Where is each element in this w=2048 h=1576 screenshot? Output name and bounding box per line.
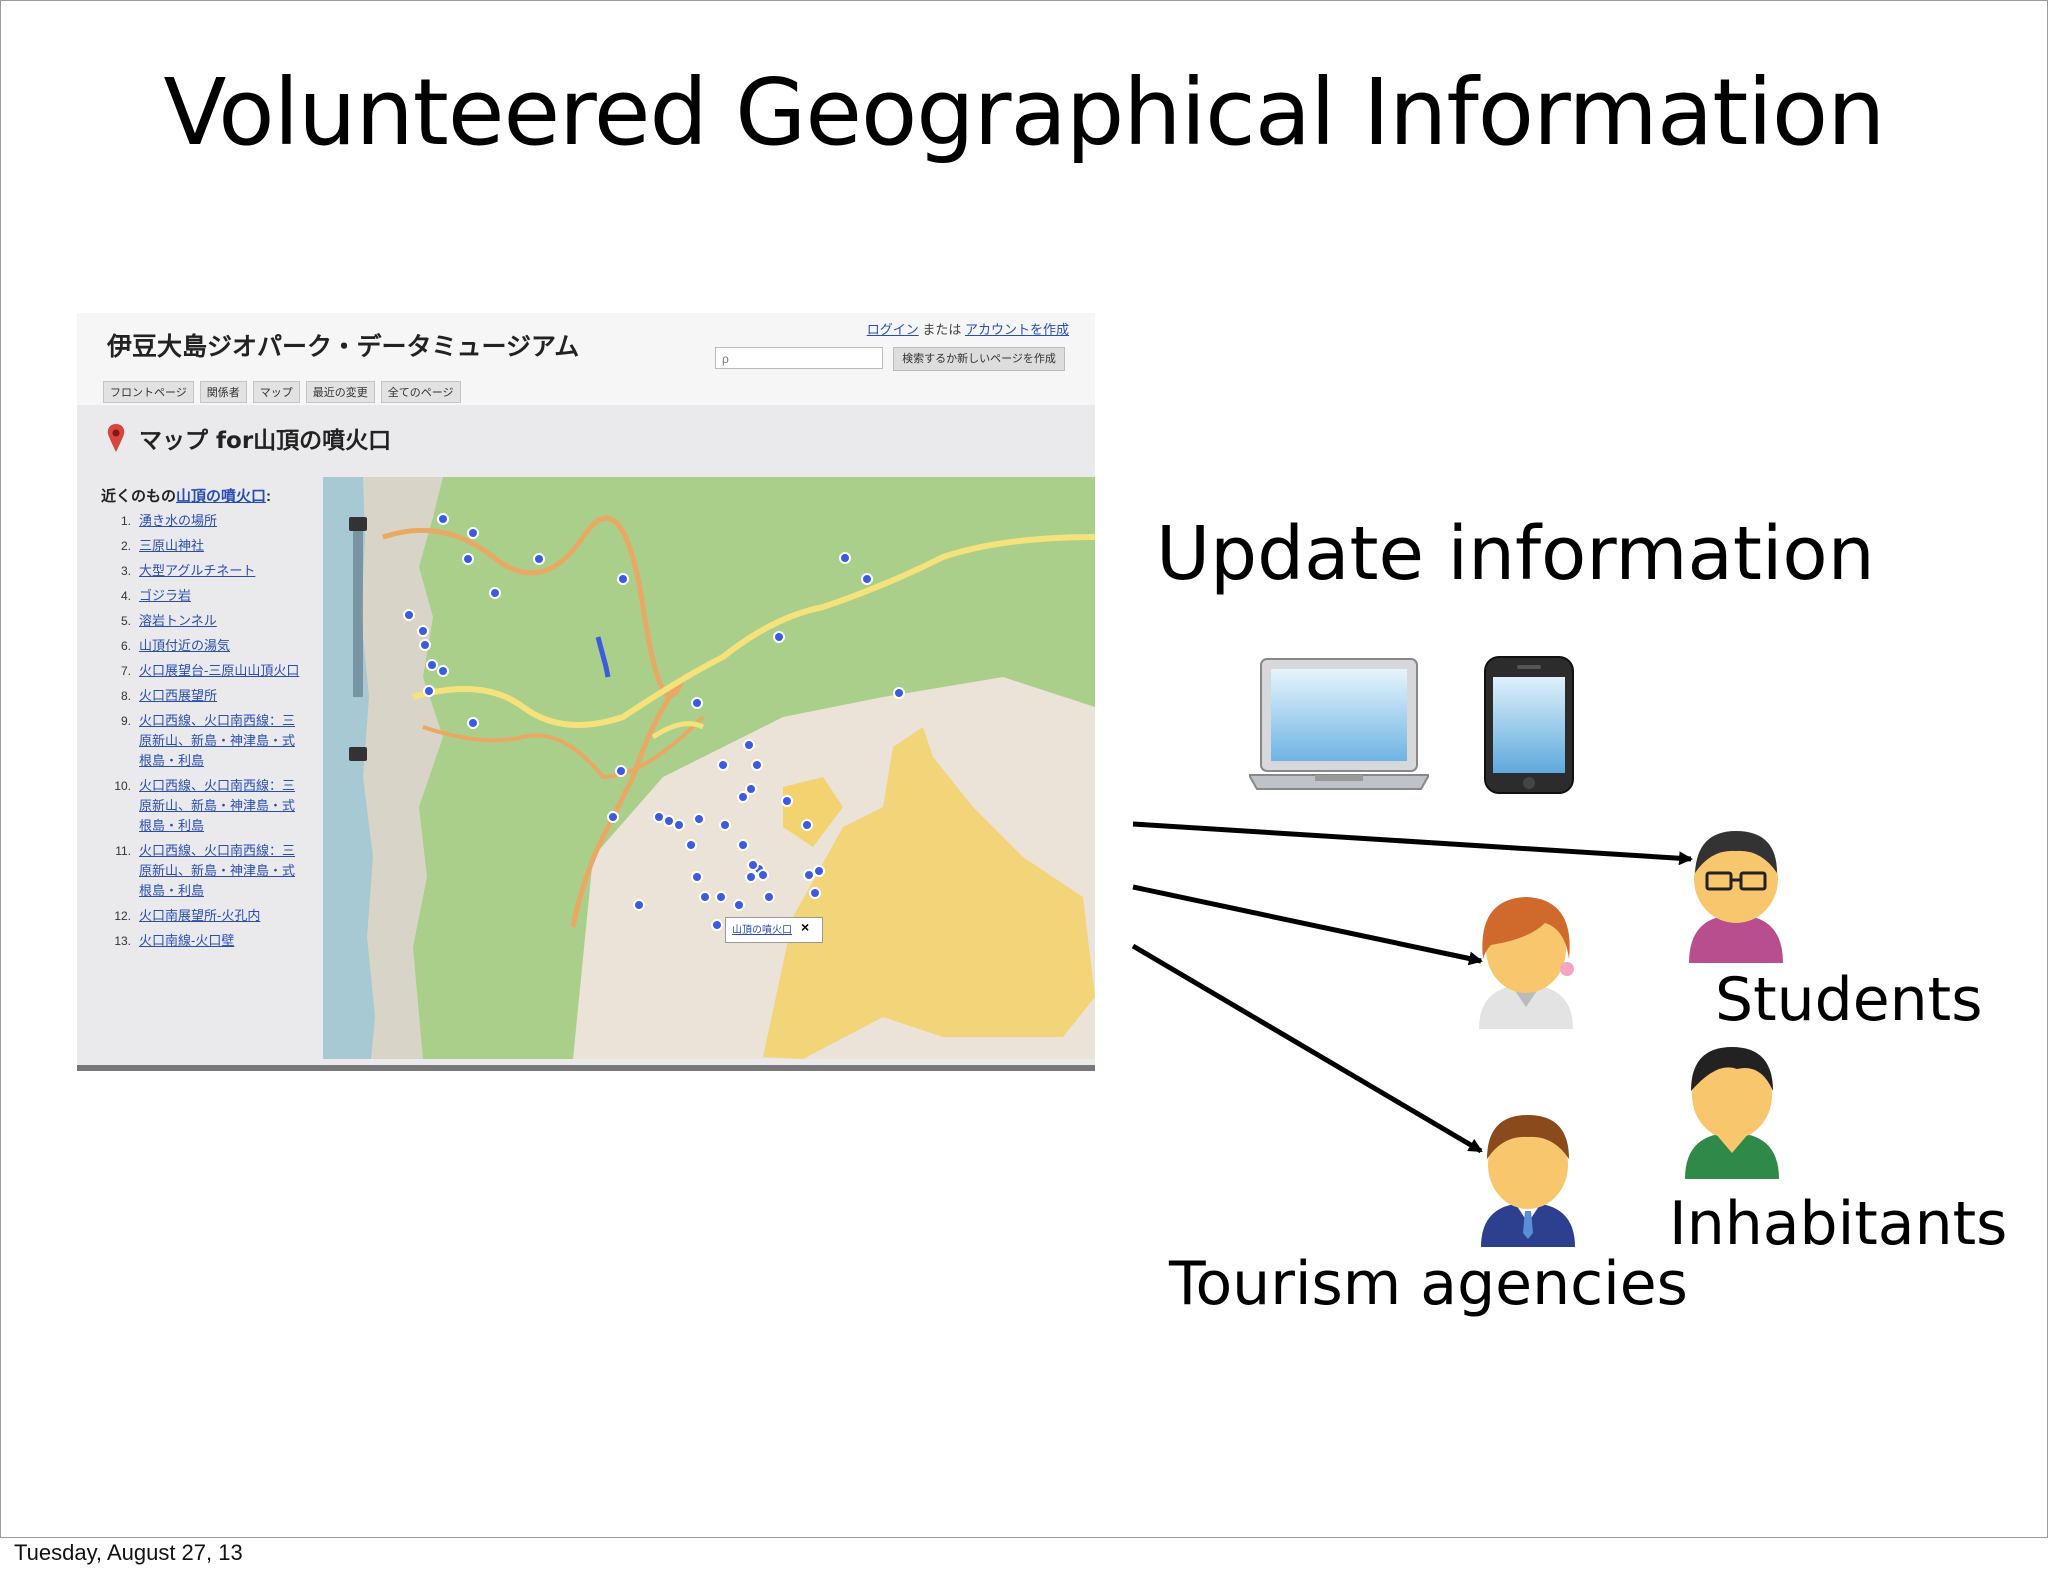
student-girl-icon (1471, 889, 1581, 1029)
footer-date: Tuesday, August 27, 13 (14, 1540, 243, 1565)
arrows-layer (1131, 821, 1693, 1154)
arrow-inhabitants (1132, 884, 1483, 966)
arrow-tourism (1131, 943, 1483, 1154)
arrow-students (1132, 821, 1693, 866)
student-glasses-icon (1681, 823, 1791, 963)
tourism-agencies-label: Tourism agencies (1169, 1249, 1688, 1319)
slide: Volunteered Geographical Information 伊豆大… (0, 0, 2048, 1538)
inhabitants-label: Inhabitants (1669, 1189, 2008, 1259)
inhabitant-icon (1677, 1039, 1787, 1179)
tourism-agent-icon (1473, 1107, 1583, 1247)
students-label: Students (1715, 965, 1983, 1035)
